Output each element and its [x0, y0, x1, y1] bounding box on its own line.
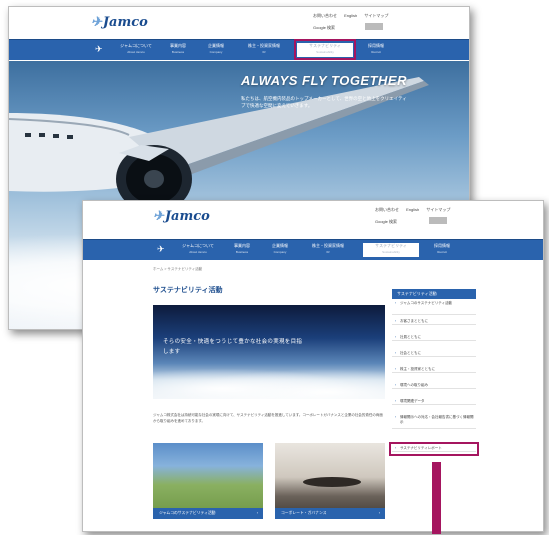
- search-button[interactable]: [429, 217, 447, 224]
- page-title: サステナビリティ活動: [153, 287, 223, 294]
- english-link[interactable]: English: [344, 13, 357, 18]
- intro-text: ジャムコ株式会社は持続可能な社会の実現に向けて、サステナビリティ活動を推進してい…: [153, 413, 383, 423]
- thumb-sustainability[interactable]: ジャムコのサステナビリティ活動 ›: [153, 443, 263, 519]
- arrow-icon: ›: [256, 511, 258, 515]
- nav-ir[interactable]: 株主・投資家情報 IR: [239, 43, 289, 57]
- sustainability-nav-highlight: [294, 39, 356, 60]
- arrow-icon: ›: [378, 511, 380, 515]
- site-header: ✈Jamco お問い合わせ English サイトマップ Google 検索: [83, 201, 543, 235]
- sidebar-heading[interactable]: サステナビリティ活動: [392, 289, 476, 299]
- utility-links: お問い合わせ English サイトマップ: [369, 207, 450, 213]
- global-nav: ✈ ジャムコについて About Jamco 事業内容 Business 企業情報 C…: [9, 39, 469, 60]
- sidebar-item[interactable]: お客さまとともに: [392, 319, 476, 325]
- sidebar-item[interactable]: 環境関連データ: [392, 399, 476, 405]
- sidebar-item[interactable]: ジャムコのサステナビリティ活動: [392, 301, 476, 315]
- meeting-table: [303, 477, 361, 487]
- plane-icon: ✈: [157, 244, 165, 254]
- plane-icon: ✈: [95, 44, 103, 54]
- sitemap-link[interactable]: サイトマップ: [426, 207, 450, 212]
- breadcrumb[interactable]: ホーム > サステナビリティ活動: [153, 267, 202, 272]
- nav-ir[interactable]: 株主・投資家情報 IR: [303, 243, 353, 257]
- nav-sustainability[interactable]: サステナビリティ Sustainability: [363, 243, 419, 257]
- sidebar-item[interactable]: 社会とともに: [392, 351, 476, 357]
- image-caption: そらの安全・快適をつうじて豊かな社会の実現を目指します: [163, 339, 303, 355]
- sidebar-item[interactable]: 環境への取り組み: [392, 383, 476, 389]
- jamco-logo[interactable]: ✈Jamco: [153, 209, 210, 224]
- nav-recruit[interactable]: 採用情報 Recruit: [425, 243, 459, 257]
- search-button[interactable]: [365, 23, 383, 30]
- callout-pointer: [432, 462, 441, 534]
- nav-about[interactable]: ジャムコについて About Jamco: [113, 43, 159, 57]
- image-clouds: [153, 365, 385, 399]
- sky-hero-image: そらの安全・快適をつうじて豊かな社会の実現を目指します: [153, 305, 385, 399]
- site-header: ✈Jamco お問い合わせ English サイトマップ Google 検索: [9, 7, 469, 41]
- nav-business[interactable]: 事業内容 Business: [163, 43, 193, 57]
- contact-link[interactable]: お問い合わせ: [375, 207, 399, 212]
- nav-about[interactable]: ジャムコについて About Jamco: [175, 243, 221, 257]
- nav-business[interactable]: 事業内容 Business: [227, 243, 257, 257]
- english-link[interactable]: English: [406, 207, 419, 212]
- thumb-caption: ジャムコのサステナビリティ活動 ›: [153, 508, 263, 519]
- jamco-logo[interactable]: ✈Jamco: [91, 15, 148, 30]
- nav-recruit[interactable]: 採用情報 Recruit: [359, 43, 393, 57]
- contact-link[interactable]: お問い合わせ: [313, 13, 337, 18]
- sustainability-page-screenshot: ✈Jamco お問い合わせ English サイトマップ Google 検索 ✈…: [82, 200, 544, 532]
- search-label: Google 検索: [313, 25, 336, 30]
- global-nav: ✈ ジャムコについて About Jamco 事業内容 Business 企業情報 C…: [83, 239, 543, 260]
- sidebar-item[interactable]: 社員とともに: [392, 335, 476, 341]
- tagline: ALWAYS FLY TOGETHER: [241, 73, 407, 88]
- sidebar-item[interactable]: 株主・投資家とともに: [392, 367, 476, 373]
- sidebar-item[interactable]: 情報開示への対応・会社報告書に基づく情報開示: [392, 415, 476, 429]
- thumb-governance[interactable]: コーポレート・ガバナンス ›: [275, 443, 385, 519]
- utility-links: お問い合わせ English サイトマップ: [307, 13, 388, 19]
- sitemap-link[interactable]: サイトマップ: [364, 13, 388, 18]
- tagline-sub: 私たちは、航空機内装品のトップメーカーとして、世界の空と地上をクリエイティブで快…: [241, 96, 407, 108]
- thumb-caption: コーポレート・ガバナンス ›: [275, 508, 385, 519]
- nav-company[interactable]: 企業情報 Company: [201, 43, 231, 57]
- nav-company[interactable]: 企業情報 Company: [265, 243, 295, 257]
- report-highlight: [389, 442, 479, 456]
- search-label: Google 検索: [375, 219, 398, 224]
